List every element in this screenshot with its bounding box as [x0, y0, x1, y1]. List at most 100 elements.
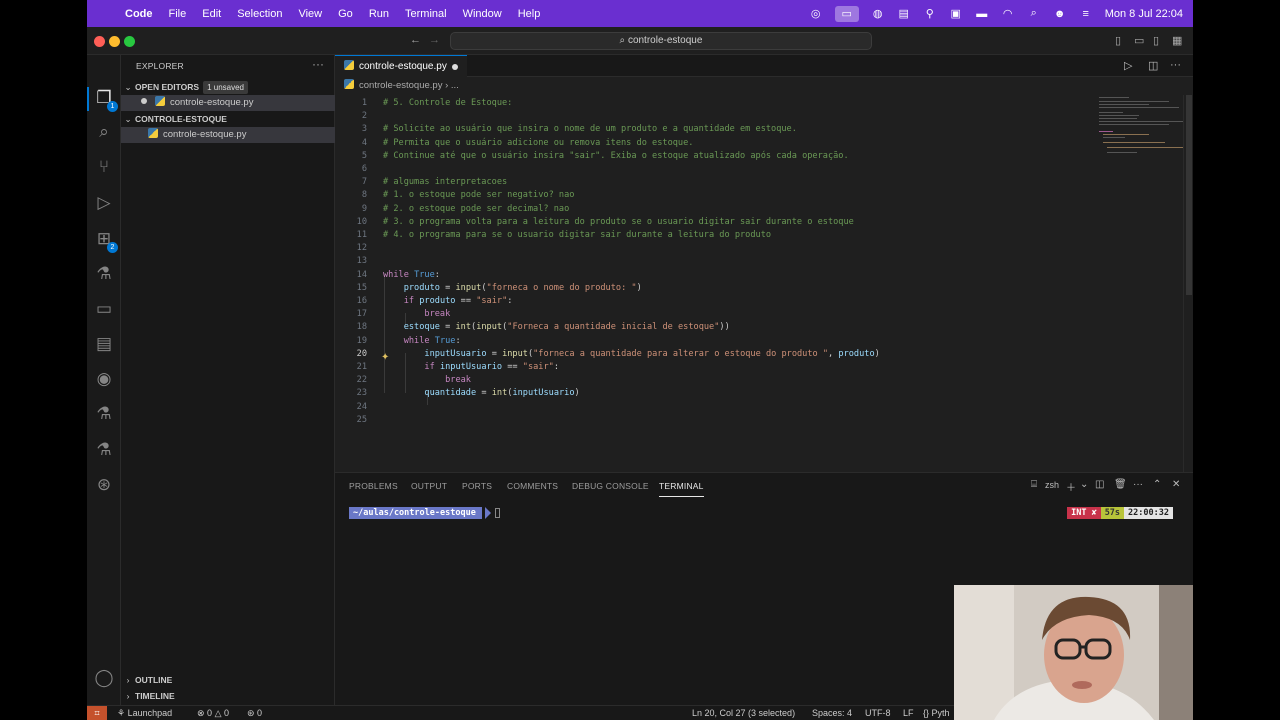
terminal-cursor [495, 508, 500, 518]
window-icon[interactable]: ▣ [949, 8, 963, 20]
menu-run[interactable]: Run [369, 8, 389, 20]
accounts-icon[interactable]: ◯ [93, 667, 115, 689]
editor-scrollbar[interactable] [1183, 95, 1193, 472]
run-debug-icon[interactable]: ▷ [93, 192, 115, 214]
code-line: # 4. o programa para se o usuario digita… [383, 230, 772, 240]
line-number: 9 [361, 203, 367, 214]
line-number: 21 [356, 362, 367, 372]
minimap-line [1107, 147, 1183, 148]
line-number: 15 [356, 282, 367, 293]
terminal-shell-name[interactable]: zsh [1045, 480, 1059, 490]
folder-header[interactable]: ⌄ CONTROLE-ESTOQUE [121, 111, 335, 127]
breadcrumb-more[interactable]: ... [451, 80, 459, 91]
chevron-down-icon[interactable]: ⌄ [1080, 479, 1088, 490]
search-icon[interactable]: ⌕ [93, 121, 115, 143]
menu-edit[interactable]: Edit [202, 8, 221, 20]
tab-comments[interactable]: COMMENTS [507, 481, 558, 491]
extensions-icon[interactable]: ⊞ 2 [93, 228, 118, 253]
open-editor-item[interactable]: controle-estoque.py [121, 95, 335, 111]
customize-layout-icon[interactable]: ▦ [1172, 34, 1182, 47]
timeline-header[interactable]: › TIMELINE [121, 688, 335, 704]
toggle-panel-icon[interactable]: ▭ [1134, 34, 1144, 47]
new-terminal-icon[interactable]: ＋ [1066, 479, 1076, 494]
json-icon[interactable]: ◉ [93, 368, 115, 390]
control-center-icon[interactable]: ≡ [1079, 8, 1093, 20]
accessibility-icon[interactable]: ⚲ [923, 8, 937, 20]
editor-tab[interactable]: controle-estoque.py [335, 55, 467, 77]
close-window-button[interactable] [94, 36, 105, 47]
remote-explorer-icon[interactable]: ▭ [93, 298, 115, 320]
maximize-window-button[interactable] [124, 36, 135, 47]
unsaved-dot-icon[interactable] [452, 64, 458, 70]
menu-window[interactable]: Window [463, 8, 502, 20]
tab-output[interactable]: OUTPUT [411, 481, 447, 491]
open-editors-header[interactable]: ⌄ OPEN EDITORS 1 unsaved [121, 79, 335, 95]
remote-indicator-icon[interactable]: ⌗ [87, 706, 107, 720]
editor-more-icon[interactable]: ··· [1170, 59, 1181, 71]
screen-record-icon[interactable]: ◎ [809, 8, 823, 20]
git-graph-icon[interactable]: ⊛ [93, 474, 115, 496]
user-switch-icon[interactable]: ☻ [1053, 8, 1067, 20]
line-number: 18 [356, 322, 367, 333]
menu-clock[interactable]: Mon 8 Jul 22:04 [1105, 8, 1183, 20]
flask-icon[interactable]: ⚗ [93, 403, 115, 425]
toggle-secondary-sidebar-icon[interactable]: ▯ [1153, 34, 1159, 47]
panel-more-icon[interactable]: ··· [1133, 479, 1143, 490]
flask-alt-icon[interactable]: ⚗ [93, 439, 115, 461]
screen: Code File Edit Selection View Go Run Ter… [0, 0, 1280, 720]
keyboard-icon[interactable]: ▤ [897, 8, 911, 20]
split-editor-icon[interactable]: ◫ [1148, 59, 1158, 72]
launchpad-label: Launchpad [127, 708, 173, 718]
code-line: # Continue até que o usuário insira "sai… [383, 150, 849, 161]
ports-status[interactable]: ⊛ 0 [247, 706, 262, 720]
command-center[interactable]: ⌕ controle-estoque [450, 32, 872, 50]
explorer-icon[interactable]: ❐ 1 [93, 87, 118, 112]
terminal-right-prompt: INT ✘ 57s 22:00:32 [1067, 507, 1173, 519]
language-mode[interactable]: {} Pyth [923, 706, 950, 720]
toggle-sidebar-icon[interactable]: ▯ [1115, 34, 1121, 47]
minimap[interactable] [1097, 95, 1183, 155]
encoding[interactable]: UTF-8 [865, 706, 891, 720]
mac-menu-bar: Code File Edit Selection View Go Run Ter… [87, 0, 1193, 27]
scrollbar-thumb[interactable] [1186, 95, 1192, 295]
forward-arrow-icon[interactable]: → [429, 34, 440, 46]
more-actions-icon[interactable]: ··· [312, 57, 324, 71]
minimize-window-button[interactable] [109, 36, 120, 47]
tab-problems[interactable]: PROBLEMS [349, 481, 398, 491]
source-control-icon[interactable]: ⑂ [93, 156, 115, 178]
indentation[interactable]: Spaces: 4 [812, 706, 852, 720]
menu-selection[interactable]: Selection [237, 8, 282, 20]
command-center-label: controle-estoque [627, 35, 703, 46]
battery-icon[interactable]: ▬ [975, 8, 989, 20]
wifi-icon[interactable]: ◠ [1001, 8, 1015, 20]
testing-icon[interactable]: ⚗ [93, 263, 115, 285]
menu-terminal[interactable]: Terminal [405, 8, 447, 20]
docker-icon[interactable]: ▤ [93, 333, 115, 355]
maximize-panel-icon[interactable]: ⌃ [1153, 479, 1161, 490]
end-of-line[interactable]: LF [903, 706, 914, 720]
folder-file-item[interactable]: controle-estoque.py [121, 127, 335, 143]
problems-status[interactable]: ⊗ 0 △ 0 [197, 706, 229, 720]
breadcrumb-file[interactable]: controle-estoque.py [359, 80, 442, 91]
outline-header[interactable]: › OUTLINE [121, 672, 335, 688]
display-icon[interactable]: ▭ [834, 5, 859, 22]
menu-file[interactable]: File [169, 8, 187, 20]
globe-icon[interactable]: ◍ [871, 8, 885, 20]
code-editor[interactable]: ✦ 1 # 5. Controle de Estoque: 2 3 # Solicite… [335, 95, 1193, 472]
run-file-icon[interactable]: ▷ [1124, 59, 1132, 72]
trash-icon[interactable]: 🗑 [1114, 479, 1127, 490]
cursor-position[interactable]: Ln 20, Col 27 (3 selected) [692, 706, 795, 720]
tab-debug-console[interactable]: DEBUG CONSOLE [572, 481, 649, 491]
tab-terminal[interactable]: TERMINAL [659, 481, 704, 497]
back-arrow-icon[interactable]: ← [410, 34, 421, 46]
menu-help[interactable]: Help [518, 8, 541, 20]
launchpad-item[interactable]: ⚘ Launchpad [117, 706, 172, 720]
menu-go[interactable]: Go [338, 8, 353, 20]
menu-view[interactable]: View [298, 8, 322, 20]
tab-ports[interactable]: PORTS [462, 481, 492, 491]
menu-app-name[interactable]: Code [125, 8, 153, 20]
spotlight-icon[interactable]: ⌕ [1027, 7, 1041, 20]
split-terminal-icon[interactable]: ◫ [1095, 479, 1104, 490]
close-panel-icon[interactable]: ✕ [1172, 479, 1180, 490]
folder-label: CONTROLE-ESTOQUE [135, 114, 227, 124]
